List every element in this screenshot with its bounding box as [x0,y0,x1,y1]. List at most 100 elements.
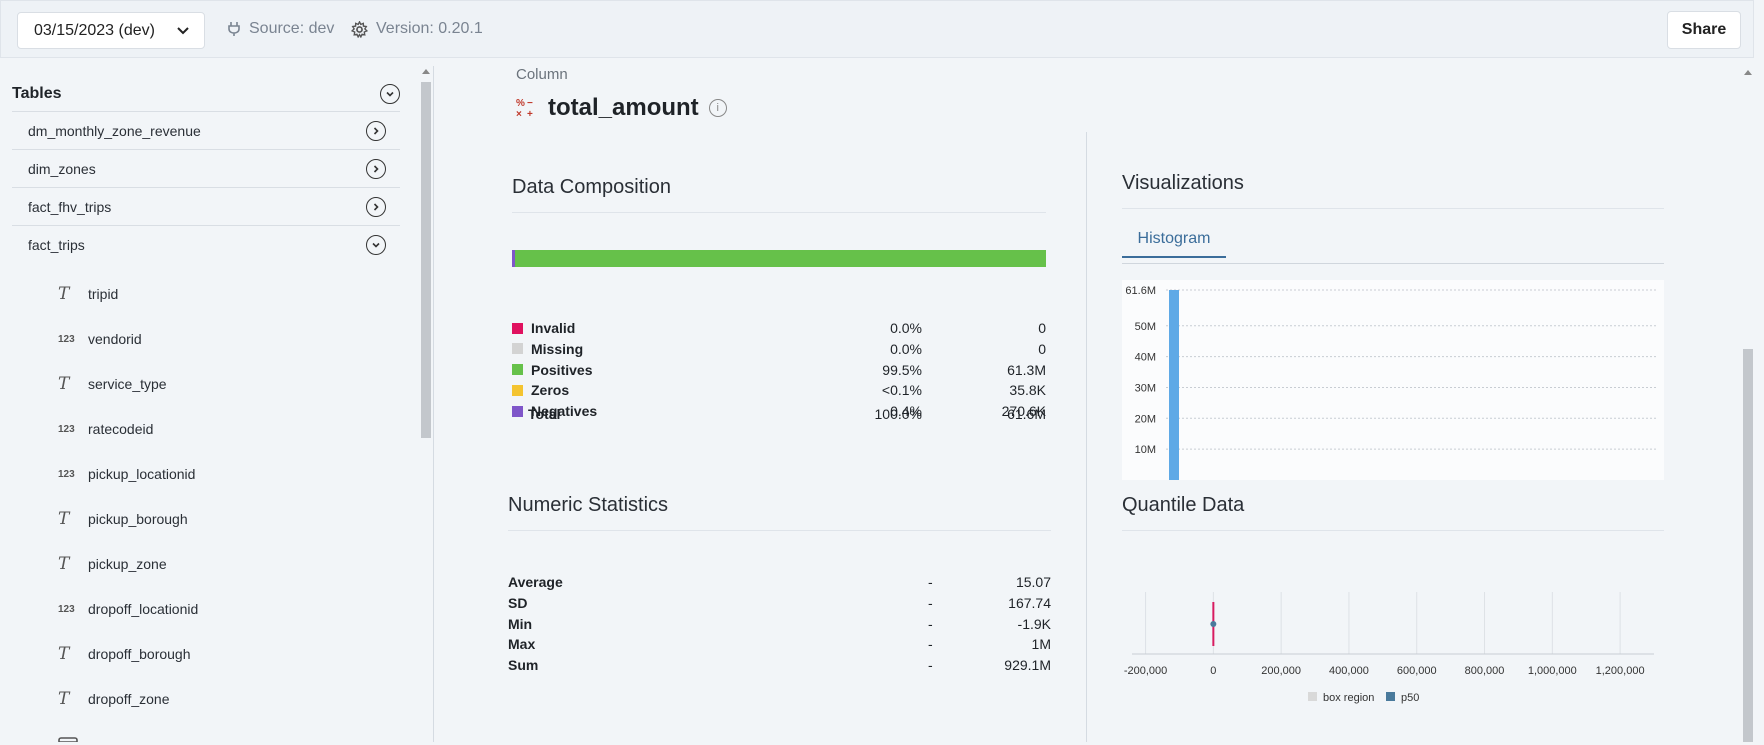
stat-label: Average [508,574,563,590]
data-composition-title: Data Composition [512,176,671,198]
table-item-fact-trips[interactable]: fact_trips [12,226,400,264]
table-item-dm-monthly-zone-revenue[interactable]: dm_monthly_zone_revenue [12,112,400,150]
composition-count: 0 [1038,340,1046,357]
number-type-icon: 123 [58,603,75,615]
composition-total-row: Total 100.0% 61.6M [512,404,1046,424]
main-scrollbar[interactable] [1740,66,1756,742]
version-info: Version: 0.20.1 [351,20,483,38]
column-item-label: pickup_locationid [88,466,196,482]
table-item-fact-fhv-trips[interactable]: fact_fhv_trips [12,188,400,226]
composition-row-missing: Missing 0.0% 0 [512,339,1046,359]
legend-label: p50 [1401,692,1419,704]
tab-histogram[interactable]: Histogram [1122,222,1226,258]
composition-pct: 0.0% [890,320,922,336]
composition-row-zeros: Zeros <0.1% 35.8K [512,380,1046,400]
text-type-icon: T [58,689,70,709]
column-item-label: service_type [88,376,167,392]
table-item-dim-zones[interactable]: dim_zones [12,150,400,188]
quantile-chart: -200,000 0 200,000 400,000 600,000 800,000 1,0… [1122,570,1664,740]
histogram-svg: 61.6M 50M 40M 30M 20M 10M [1125,285,1658,480]
share-button[interactable]: Share [1667,11,1741,49]
legend-swatch [512,384,523,396]
total-count: 61.6M [1007,406,1046,422]
y-tick-label: 30M [1135,382,1156,394]
column-item-service-type[interactable]: Tservice_type [58,373,167,395]
svg-text:−: − [527,98,533,109]
column-item-dropoff-zone[interactable]: Tdropoff_zone [58,688,169,710]
column-item-ratecodeid[interactable]: 123 ratecodeid [58,418,153,440]
main-scroll-thumb[interactable] [1743,349,1753,742]
column-label: Column [516,66,568,83]
table-item-label: fact_trips [28,237,85,253]
composition-pct: 99.5% [882,361,922,378]
sidebar: Tables dm_monthly_zone_revenue dim_zones… [0,66,434,742]
date-select[interactable]: 03/15/2023 (dev) [17,12,205,49]
x-tick-label: 1,200,000 [1596,665,1645,677]
tables-header[interactable]: Tables [12,76,400,112]
source-info: Source: dev [227,20,334,38]
p50-point[interactable] [1210,621,1217,627]
chevron-down-icon[interactable] [366,235,386,255]
chevron-down-icon[interactable] [380,84,400,104]
legend-swatch [1386,692,1395,701]
composition-row-positives: Positives 99.5% 61.3M [512,360,1046,380]
numeric-operators-icon: % − × + [516,98,533,119]
quantile-svg: -200,000 0 200,000 400,000 600,000 800,000 1,0… [1124,592,1654,704]
info-icon[interactable]: i [708,99,727,117]
stat-dash: - [928,594,933,611]
chevron-right-icon[interactable] [366,159,386,179]
column-item-pickup-zone[interactable]: Tpickup_zone [58,553,167,575]
table-item-label: fact_fhv_trips [28,198,112,215]
legend-swatch [512,343,523,355]
table-item-label: dm_monthly_zone_revenue [28,122,201,139]
stat-dash: - [928,657,933,674]
column-item-label: pickup_zone [88,556,167,572]
column-item-pickup-borough[interactable]: Tpickup_borough [58,508,188,530]
chevron-right-icon[interactable] [366,197,386,217]
column-item-label: vendorid [88,331,142,347]
column-name: total_amount [548,94,699,121]
column-item-dropoff-locationid[interactable]: 123 dropoff_locationid [58,598,198,620]
column-item-vendorid[interactable]: 123 vendorid [58,328,142,350]
composition-pct: 0.0% [890,340,922,357]
chevron-down-icon [177,27,189,35]
scroll-up-icon[interactable] [422,69,430,74]
sidebar-scroll-thumb[interactable] [421,82,431,438]
scroll-up-icon[interactable] [1744,70,1752,75]
stat-label: Max [508,636,536,653]
histogram-bar[interactable] [1169,290,1179,480]
stat-label: SD [508,594,528,611]
divider [508,530,1051,531]
svg-text:%: % [516,98,525,109]
x-tick-label: 800,000 [1465,665,1505,677]
composition-label: Missing [531,340,584,357]
divider [1122,530,1664,531]
composition-label: Invalid [531,320,576,336]
x-tick-label: 400,000 [1329,665,1369,677]
quantile-data-title: Quantile Data [1122,494,1245,516]
stat-value: -1.9K [1017,615,1051,632]
sidebar-scrollbar[interactable] [418,66,433,742]
column-item-pickup-locationid[interactable]: 123 pickup_locationid [58,463,195,485]
stat-row-sd: SD - 167.74 [508,593,1051,613]
svg-text:+: + [527,109,533,119]
composition-count: 0 [1038,320,1046,336]
composition-label: Positives [531,361,593,378]
stat-value: 167.74 [1008,594,1051,611]
total-label: Total [528,406,561,422]
column-item-label: dropoff_locationid [88,601,199,617]
column-item-dropoff-borough[interactable]: Tdropoff_borough [58,643,191,665]
histogram-chart: 61.6M 50M 40M 30M 20M 10M [1122,280,1664,480]
panel-divider [1086,132,1087,742]
number-type-icon: 123 [58,468,75,480]
column-item-tripid[interactable]: Ttripid [58,283,118,305]
chevron-right-icon[interactable] [366,121,386,141]
top-bar: 03/15/2023 (dev) Source: dev Version: 0.… [0,0,1754,58]
legend-swatch [1308,692,1317,701]
column-item-partial[interactable] [58,732,80,742]
stat-row-sum: Sum - 929.1M [508,655,1051,675]
composition-count: 61.3M [1007,361,1046,378]
table-item-label: dim_zones [28,160,96,177]
text-type-icon: T [58,554,70,574]
number-type-icon: 123 [58,423,75,435]
